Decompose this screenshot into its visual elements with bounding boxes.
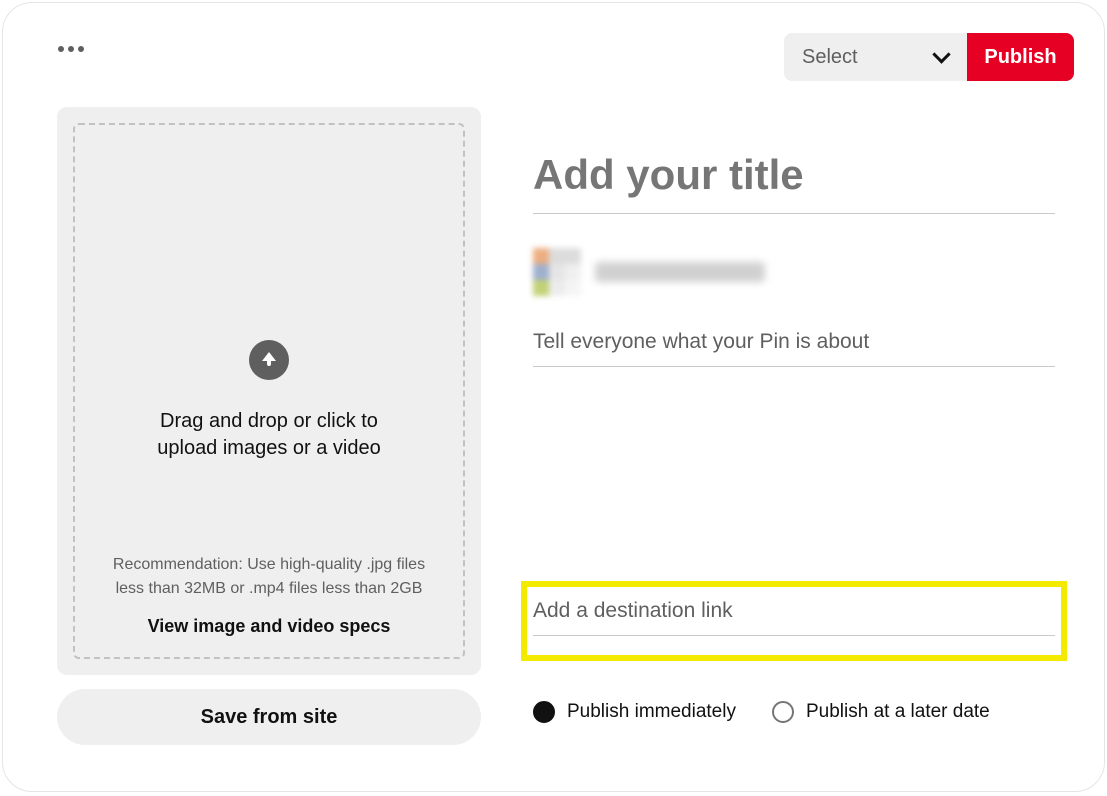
save-from-site-button[interactable]: Save from site (57, 689, 481, 745)
pin-builder: Select Publish Drag and drop or click to… (2, 2, 1105, 792)
upload-specs-link[interactable]: View image and video specs (75, 616, 463, 637)
upload-card: Drag and drop or click to upload images … (57, 107, 481, 675)
author-row (533, 248, 1055, 296)
publish-immediately-option[interactable]: Publish immediately (533, 701, 736, 723)
upload-dropzone[interactable]: Drag and drop or click to upload images … (73, 123, 465, 659)
more-options-icon[interactable] (58, 46, 84, 52)
pin-form (533, 151, 1055, 367)
destination-link-input[interactable] (533, 599, 1055, 636)
board-select-label: Select (802, 46, 933, 69)
publish-button[interactable]: Publish (967, 33, 1074, 81)
upload-icon (249, 340, 289, 380)
publish-later-option[interactable]: Publish at a later date (772, 701, 990, 723)
top-bar: Select Publish (3, 33, 1104, 81)
publish-later-label: Publish at a later date (806, 701, 990, 723)
avatar (533, 248, 581, 296)
upload-recommendation: Recommendation: Use high-quality .jpg fi… (75, 553, 463, 601)
radio-selected-icon (533, 701, 555, 723)
author-name-redacted (595, 262, 765, 282)
description-input[interactable] (533, 330, 1055, 367)
publish-options: Publish immediately Publish at a later d… (533, 701, 1063, 723)
chevron-down-icon (933, 49, 949, 65)
title-input[interactable] (533, 151, 1055, 214)
radio-unselected-icon (772, 701, 794, 723)
upload-instructions: Drag and drop or click to upload images … (139, 408, 399, 462)
board-select-dropdown[interactable]: Select (784, 33, 967, 81)
publish-immediately-label: Publish immediately (567, 701, 736, 723)
